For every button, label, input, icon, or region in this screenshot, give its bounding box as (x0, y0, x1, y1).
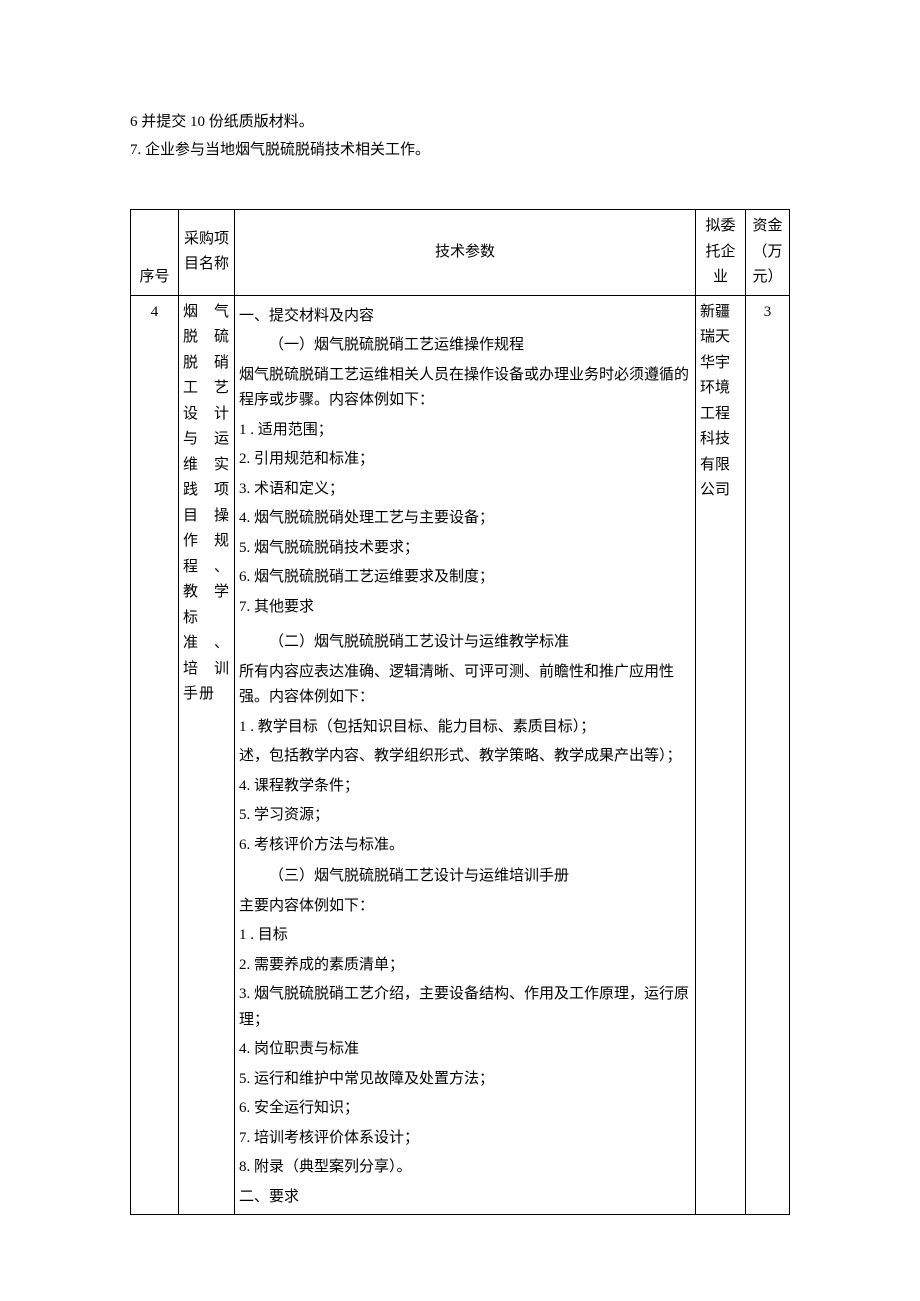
list-item: 6. 考核评价方法与标准。 (239, 833, 691, 859)
list-item: 8. 附录（典型案列分享）。 (239, 1155, 691, 1181)
section-1c-intro: 主要内容体例如下： (239, 894, 691, 920)
list-item: 2. 引用规范和标准； (239, 447, 691, 473)
list-item: 4. 课程教学条件； (239, 774, 691, 800)
list-item: 6. 安全运行知识； (239, 1096, 691, 1122)
section-1b-intro: 所有内容应表达准确、逻辑清晰、可评可测、前瞻性和推广应用性强。内容体例如下： (239, 660, 691, 711)
list-item: 3. 术语和定义； (239, 477, 691, 503)
cell-fund: 3 (746, 295, 790, 1215)
list-item: 3. 烟气脱硫脱硝工艺介绍，主要设备结构、作用及工作原理，运行原理； (239, 982, 691, 1033)
document-page: 6 并提交 10 份纸质版材料。 7. 企业参与当地烟气脱硫脱硝技术相关工作。 … (0, 0, 920, 1255)
section-2-title: 二、要求 (239, 1185, 691, 1211)
list-item: 7. 培训考核评价体系设计； (239, 1126, 691, 1152)
section-1c-heading: （三）烟气脱硫脱硝工艺设计与运维培训手册 (239, 864, 691, 890)
list-item: 1 . 目标 (239, 923, 691, 949)
list-item: 4. 岗位职责与标准 (239, 1037, 691, 1063)
list-item: 2. 需要养成的素质清单； (239, 953, 691, 979)
cell-entrust: 新疆瑞天华宇环境工程科技有限公司 (696, 295, 746, 1215)
col-header-spec: 技术参数 (235, 210, 696, 296)
table-row: 4 烟气脱硫脱硝工艺设计与运维实践项目操作规程、教学标准、培训手册 一、提交材料… (131, 295, 790, 1215)
preamble-block: 6 并提交 10 份纸质版材料。 7. 企业参与当地烟气脱硫脱硝技术相关工作。 (130, 110, 790, 163)
list-item: 1 . 教学目标（包括知识目标、能力目标、素质目标）； (239, 715, 691, 741)
list-item: 5. 学习资源； (239, 803, 691, 829)
list-item: 4. 烟气脱硫脱硝处理工艺与主要设备； (239, 506, 691, 532)
cell-seq: 4 (131, 295, 179, 1215)
cell-spec: 一、提交材料及内容 （一）烟气脱硫脱硝工艺运维操作规程 烟气脱硫脱硝工艺运维相关… (235, 295, 696, 1215)
list-item: 7. 其他要求 (239, 595, 691, 621)
section-1a-heading: （一）烟气脱硫脱硝工艺运维操作规程 (239, 333, 691, 359)
col-header-entrust: 拟委托企业 (696, 210, 746, 296)
list-item: 6. 烟气脱硫脱硝工艺运维要求及制度； (239, 565, 691, 591)
list-item: 5. 运行和维护中常见故障及处置方法； (239, 1067, 691, 1093)
list-item: 述，包括教学内容、教学组织形式、教学策略、教学成果产出等）； (239, 744, 691, 770)
list-item: 1 . 适用范围； (239, 418, 691, 444)
cell-project-name: 烟气脱硫脱硝工艺设计与运维实践项目操作规程、教学标准、培训手册 (179, 295, 235, 1215)
section-1b-heading: （二）烟气脱硫脱硝工艺设计与运维教学标准 (239, 630, 691, 656)
table-header-row: 序号 采购项目名称 技术参数 拟委托企业 资金（万元） (131, 210, 790, 296)
spec-table: 序号 采购项目名称 技术参数 拟委托企业 资金（万元） 4 烟气脱硫脱硝工艺设计… (130, 209, 790, 1215)
section-1a-intro: 烟气脱硫脱硝工艺运维相关人员在操作设备或办理业务时必须遵循的程序或步骤。内容体例… (239, 363, 691, 414)
col-header-fund: 资金（万元） (746, 210, 790, 296)
preamble-line-1: 6 并提交 10 份纸质版材料。 (130, 110, 790, 136)
section-1-title: 一、提交材料及内容 (239, 304, 691, 330)
preamble-line-2: 7. 企业参与当地烟气脱硫脱硝技术相关工作。 (130, 138, 790, 164)
col-header-name: 采购项目名称 (179, 210, 235, 296)
col-header-seq: 序号 (131, 210, 179, 296)
list-item: 5. 烟气脱硫脱硝技术要求； (239, 536, 691, 562)
